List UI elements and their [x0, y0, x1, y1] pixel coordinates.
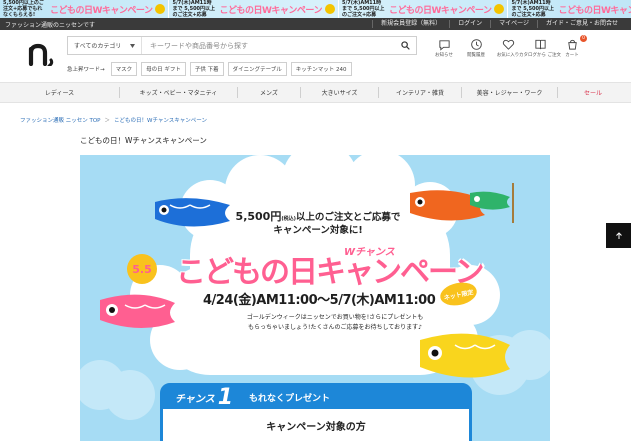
- conditions-line1: 以上のご注文とご応募で: [295, 212, 401, 223]
- note-line: ゴールデンウィークはニッセンでお買い物を!さらにプレゼントも: [246, 314, 424, 321]
- promo-banner-note: 5/7(木)AM11時まで 5,500円以上のご注文+応募: [511, 0, 555, 18]
- campaign-conditions: 5,500円(税込)以上のご注文とご応募で キャンペーン対象に!: [223, 211, 413, 236]
- search-bar: すべてのカテゴリ: [67, 36, 417, 55]
- category-nav: レディース キッズ・ベビー・マタニティ メンズ 大きいサイズ インテリア・雑貨 …: [0, 82, 631, 103]
- history-button[interactable]: 閲覧履歴: [464, 38, 488, 58]
- carp-streamer-icon: [100, 294, 175, 329]
- page-title: こどもの日！Wチャンスキャンペーン: [80, 136, 207, 145]
- login-link[interactable]: ログイン: [449, 20, 490, 28]
- nissen-logo[interactable]: [28, 40, 56, 66]
- favorites-label: お気に入り: [496, 53, 520, 58]
- keyword-chip[interactable]: 母の日 ギフト: [141, 62, 186, 76]
- promo-banner-title: こどもの日Wキャンペーン: [388, 5, 492, 16]
- date-badge: 5.5: [127, 254, 157, 284]
- chance-number: 1: [217, 385, 234, 410]
- coin-icon: [494, 4, 505, 14]
- campaign-title: こどもの日キャンペーン: [176, 255, 485, 290]
- chat-icon: [438, 40, 450, 51]
- nav-ladies[interactable]: レディース: [0, 87, 120, 98]
- nav-large-size[interactable]: 大きいサイズ: [301, 87, 379, 98]
- notice-label: お知らせ: [435, 53, 453, 58]
- search-category-value: すべてのカテゴリ: [74, 43, 122, 50]
- promo-banner[interactable]: 5/7(木)AM11時まで 5,500円以上のご注文+応募 こどもの日Wキャンペ…: [508, 0, 631, 18]
- promo-banner-note: 5,500円以上のご注文+応募でもれなくもらえる!: [3, 0, 44, 18]
- note-line: もらっちゃいましょう!たくさんのご応募をお待ちしております♪: [248, 324, 422, 331]
- campaign-hero-banner: 5,500円(税込)以上のご注文とご応募で キャンペーン対象に! 5.5 Wチャ…: [80, 155, 550, 441]
- favorites-button[interactable]: お気に入り: [496, 38, 520, 58]
- campaign-period: 4/24(金)AM11:00～5/7(木)AM11:00: [203, 293, 436, 308]
- keyword-chip[interactable]: 子供 下着: [189, 62, 224, 76]
- breadcrumb-current[interactable]: こどもの日！Wチャンスキャンペーン: [114, 116, 207, 124]
- notice-button[interactable]: お知らせ: [432, 38, 456, 58]
- header-icons: お知らせ 閲覧履歴 お気に入り カタログから ご注文 0 カート: [432, 35, 592, 58]
- breadcrumb-home-link[interactable]: ファッション通販 ニッセン TOP: [20, 116, 101, 124]
- tax-note: (税込): [281, 216, 296, 222]
- breadcrumb-separator: ＞: [104, 118, 111, 124]
- coin-icon: [324, 4, 335, 14]
- search-input[interactable]: [142, 37, 394, 54]
- utility-bar: ファッション通販のニッセンです 新規会員登録（無料） ログイン マイページ ガイ…: [0, 18, 631, 30]
- search-button[interactable]: [394, 37, 416, 54]
- heart-icon: [502, 39, 514, 50]
- nav-sale[interactable]: セール: [558, 87, 628, 98]
- promo-banner-note: 5/7(木)AM11時まで 5,500円以上のご注文+応募: [341, 0, 385, 18]
- campaign-note: ゴールデンウィークはニッセンでお買い物を!さらにプレゼントも もらっちゃいましょ…: [230, 313, 440, 333]
- chance-card: チャンス 1 もれなくプレゼント キャンペーン対象の方: [160, 383, 472, 441]
- history-label: 閲覧履歴: [467, 53, 485, 58]
- history-icon: [470, 39, 482, 50]
- nav-mens[interactable]: メンズ: [238, 87, 301, 98]
- cart-button[interactable]: 0 カート: [560, 35, 587, 58]
- carp-streamer-icon: [420, 333, 510, 378]
- catalog-order-button[interactable]: カタログから ご注文: [519, 38, 561, 58]
- coin-icon: [155, 4, 166, 14]
- arrow-up-icon: [615, 231, 622, 239]
- promo-banner-title: こどもの日Wキャンペーン: [50, 5, 153, 16]
- promo-banner-title: こどもの日Wキャンペーン: [219, 5, 322, 16]
- cart-label: カート: [565, 53, 579, 58]
- chance-card-heading: キャンペーン対象の方: [266, 422, 366, 433]
- breadcrumb: ファッション通販 ニッセン TOP ＞ こどもの日！Wチャンスキャンペーン: [20, 116, 207, 124]
- utility-links: 新規会員登録（無料） ログイン マイページ ガイド・ご意見・お問合せ: [372, 20, 626, 28]
- chevron-down-icon: [130, 43, 135, 48]
- register-link[interactable]: 新規会員登録（無料）: [372, 20, 449, 28]
- back-to-top-button[interactable]: [606, 223, 631, 248]
- nav-kids-baby[interactable]: キッズ・ベビー・マタニティ: [120, 87, 238, 98]
- catalog-label: カタログから ご注文: [519, 53, 561, 58]
- min-order-amount: 5,500円: [235, 210, 282, 223]
- mypage-link[interactable]: マイページ: [490, 20, 537, 28]
- site-tagline: ファッション通販のニッセンです: [5, 21, 96, 29]
- promo-banner-title: こどもの日Wキャンペーン: [558, 5, 631, 16]
- nav-interior[interactable]: インテリア・雑貨: [379, 87, 462, 98]
- cart-icon: [567, 39, 577, 50]
- chance-card-header: チャンス 1 もれなくプレゼント: [163, 385, 469, 410]
- chance-subtitle: もれなくプレゼント: [249, 394, 331, 404]
- chance-label: チャンス: [175, 394, 215, 405]
- trending-label: 急上昇ワード→: [67, 67, 105, 73]
- keyword-chip[interactable]: ダイニングテーブル: [227, 62, 287, 76]
- guide-link[interactable]: ガイド・ご意見・お問合せ: [536, 20, 626, 28]
- nav-beauty-leisure[interactable]: 美容・レジャー・ワーク: [462, 87, 558, 98]
- promo-banner-note: 5/7(木)AM11時まで 5,500円以上のご注文+応募: [172, 0, 216, 18]
- conditions-line2: キャンペーン対象に!: [273, 225, 363, 236]
- trending-keywords: 急上昇ワード→ マスク 母の日 ギフト 子供 下着 ダイニングテーブル キッチン…: [67, 62, 352, 76]
- keyword-chip[interactable]: キッチンマット 240: [290, 62, 352, 76]
- keyword-chip[interactable]: マスク: [110, 62, 138, 76]
- search-category-select[interactable]: すべてのカテゴリ: [68, 37, 142, 54]
- catalog-icon: [534, 39, 546, 50]
- promo-banner[interactable]: 5/7(木)AM11時まで 5,500円以上のご注文+応募 こどもの日Wキャンペ…: [339, 0, 509, 18]
- search-icon: [400, 41, 410, 50]
- promo-banner[interactable]: 5/7(木)AM11時まで 5,500円以上のご注文+応募 こどもの日Wキャンペ…: [169, 0, 339, 18]
- promo-banner-strip[interactable]: 5,500円以上のご注文+応募でもれなくもらえる! こどもの日Wキャンペーン 5…: [0, 0, 631, 18]
- cart-count-badge: 0: [580, 35, 587, 42]
- promo-banner[interactable]: 5,500円以上のご注文+応募でもれなくもらえる! こどもの日Wキャンペーン: [0, 0, 170, 18]
